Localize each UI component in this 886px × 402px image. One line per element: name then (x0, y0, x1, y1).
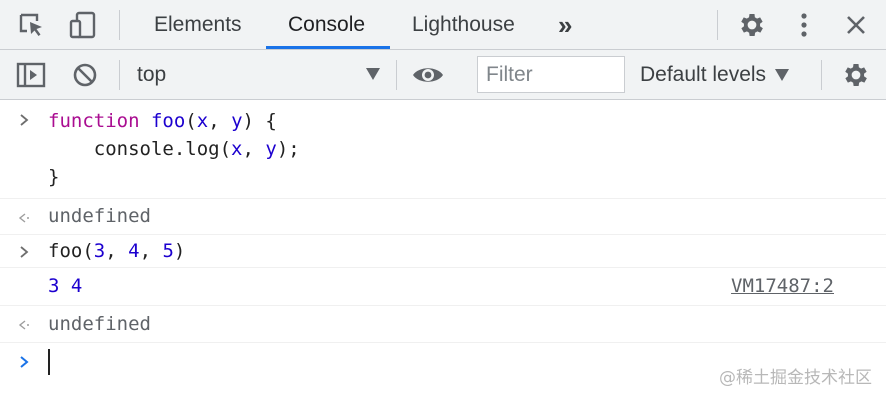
prompt-chevron-icon (16, 352, 32, 372)
input-chevron-icon (16, 110, 32, 130)
eye-icon[interactable] (410, 60, 446, 90)
context-selector[interactable]: top (132, 50, 386, 100)
function-name-token: foo (150, 110, 186, 132)
result-value: undefined (48, 205, 151, 227)
console-prompt-input[interactable] (48, 349, 50, 375)
device-toolbar-icon[interactable] (67, 9, 99, 41)
keyword-token: function (48, 110, 140, 132)
tab-elements-label: Elements (154, 13, 242, 36)
source-link[interactable]: VM17487:2 (731, 273, 834, 300)
call-token: console.log( (48, 138, 232, 160)
number-token: 3 (93, 240, 106, 262)
brace-token: ) { (242, 110, 277, 132)
console-settings-gear-icon[interactable] (840, 59, 872, 91)
toolbar-divider (396, 60, 397, 90)
inspect-element-icon[interactable] (16, 10, 46, 40)
code-line: foo(3, 4, 5) (48, 238, 185, 265)
tabbar-divider (119, 10, 120, 40)
result-arrow-icon (16, 315, 32, 335)
brace-token: } (48, 166, 60, 188)
comma-token: , (242, 138, 266, 160)
code-line: } (48, 164, 59, 191)
paren-token: ); (276, 138, 300, 160)
tabbar-divider (717, 10, 718, 40)
devtools-tab-bar: Elements Console Lighthouse » (0, 0, 886, 50)
console-input-entry: function foo(x, y) { console.log(x, y); … (0, 101, 886, 199)
dropdown-arrow-icon (775, 69, 790, 81)
console-output[interactable]: function foo(x, y) { console.log(x, y); … (0, 101, 886, 402)
number-token: 5 (162, 240, 174, 262)
clear-console-icon[interactable] (70, 60, 100, 90)
more-tabs-button[interactable]: » (536, 0, 594, 50)
code-line: function foo(x, y) { (48, 108, 277, 135)
param-token: y (231, 110, 243, 132)
filter-input[interactable] (477, 56, 625, 93)
console-log-entry: 3 4 VM17487:2 (0, 268, 886, 306)
arg-token: y (265, 138, 277, 160)
active-tab-indicator (266, 46, 390, 49)
input-chevron-icon (16, 242, 32, 262)
sidebar-toggle-icon[interactable] (15, 60, 47, 90)
console-input-entry: foo(3, 4, 5) (0, 235, 886, 268)
watermark: @稀土掘金技术社区 (719, 368, 872, 388)
call-token: foo( (48, 240, 94, 262)
paren-token: ( (185, 110, 197, 132)
paren-token: ) (173, 240, 186, 262)
more-vertical-icon[interactable] (792, 9, 816, 41)
log-message: 3 4 (48, 275, 83, 297)
code-line: console.log(x, y); (48, 136, 300, 163)
toolbar-divider (119, 60, 120, 90)
tab-elements[interactable]: Elements (132, 0, 264, 50)
context-selector-label: top (137, 63, 167, 86)
log-levels-label: Default levels (640, 63, 767, 86)
console-result-entry: undefined (0, 199, 886, 235)
result-arrow-icon (16, 208, 32, 228)
param-token: x (196, 110, 209, 132)
number-token: 4 (128, 240, 140, 262)
console-result-entry: undefined (0, 306, 886, 343)
tab-lighthouse[interactable]: Lighthouse (390, 0, 537, 50)
more-tabs-icon: » (558, 9, 573, 40)
tab-lighthouse-label: Lighthouse (412, 13, 515, 36)
tab-console[interactable]: Console (266, 0, 387, 50)
comma-token: , (139, 240, 163, 262)
dropdown-arrow-icon (366, 68, 380, 80)
settings-gear-icon[interactable] (736, 9, 768, 41)
tab-console-label: Console (288, 13, 366, 36)
result-value: undefined (48, 313, 151, 335)
comma-token: , (105, 240, 129, 262)
toolbar-divider (821, 60, 822, 90)
comma-token: , (208, 110, 232, 132)
close-icon[interactable] (842, 11, 870, 39)
log-levels-dropdown[interactable]: Default levels (640, 50, 790, 100)
arg-token: x (231, 138, 243, 160)
